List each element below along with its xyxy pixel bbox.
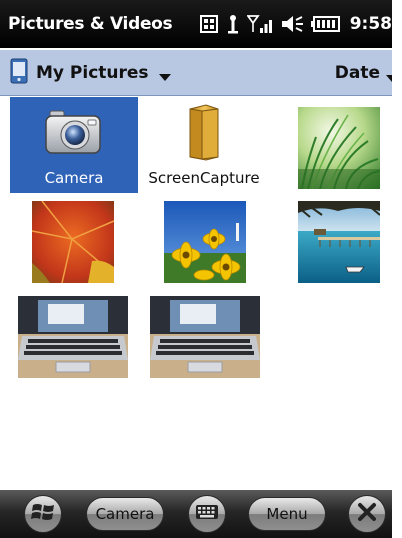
battery-icon[interactable] — [310, 14, 341, 34]
keyboard-icon — [195, 504, 219, 524]
folder-screencapture[interactable]: ScreenCapture — [140, 97, 268, 193]
windows-logo-icon — [31, 501, 55, 527]
photo-thumbnail[interactable] — [298, 201, 380, 283]
sort-label: Date — [334, 63, 380, 83]
camera-icon — [44, 107, 102, 157]
app-title: Pictures & Videos — [8, 14, 173, 34]
title-bar: Pictures & Videos 9:58 — [0, 0, 402, 48]
clock[interactable]: 9:58 — [350, 14, 392, 34]
windows-flag-icon[interactable] — [199, 14, 219, 34]
thumbnail-grid: Camera ScreenCapture — [0, 97, 392, 489]
menu-softkey-label: Menu — [266, 505, 308, 523]
close-button[interactable] — [348, 495, 386, 533]
folder-dropdown[interactable]: My Pictures — [0, 50, 171, 95]
photo-thumbnail[interactable] — [164, 201, 246, 283]
folder-bar: My Pictures Date — [0, 50, 402, 96]
folder-icon — [184, 103, 224, 161]
photo-thumbnail[interactable] — [32, 201, 114, 283]
grass-photo — [298, 107, 380, 189]
screen-edge — [392, 0, 402, 538]
chevron-down-icon — [158, 67, 171, 86]
antenna-icon[interactable] — [226, 14, 240, 34]
tile-label: ScreenCapture — [148, 169, 260, 187]
screen: Pictures & Videos 9:58 My Pictures Date … — [0, 0, 402, 538]
softkey-bar: Camera Menu — [0, 490, 402, 538]
keyboard-button[interactable] — [188, 495, 226, 533]
laptop-photo — [150, 296, 260, 378]
laptop-photo — [18, 296, 128, 378]
photo-thumbnail[interactable] — [150, 296, 260, 378]
menu-softkey[interactable]: Menu — [248, 497, 326, 531]
signal-strength-icon[interactable] — [246, 14, 273, 34]
tile-label: Camera — [44, 169, 104, 187]
leaf-photo — [32, 201, 114, 283]
start-button[interactable] — [24, 495, 62, 533]
folder-camera[interactable]: Camera — [10, 97, 138, 193]
pier-photo — [298, 201, 380, 283]
photo-thumbnail[interactable] — [18, 296, 128, 378]
flowers-photo — [164, 201, 246, 283]
sort-dropdown[interactable]: Date — [335, 50, 398, 96]
folder-name: My Pictures — [36, 62, 149, 83]
speaker-muted-icon[interactable] — [280, 14, 304, 34]
close-icon — [356, 501, 378, 527]
photo-thumbnail[interactable] — [298, 107, 380, 189]
camera-softkey[interactable]: Camera — [86, 497, 164, 531]
device-folder-icon — [10, 58, 28, 88]
status-icons: 9:58 — [199, 0, 392, 48]
camera-softkey-label: Camera — [95, 505, 155, 523]
